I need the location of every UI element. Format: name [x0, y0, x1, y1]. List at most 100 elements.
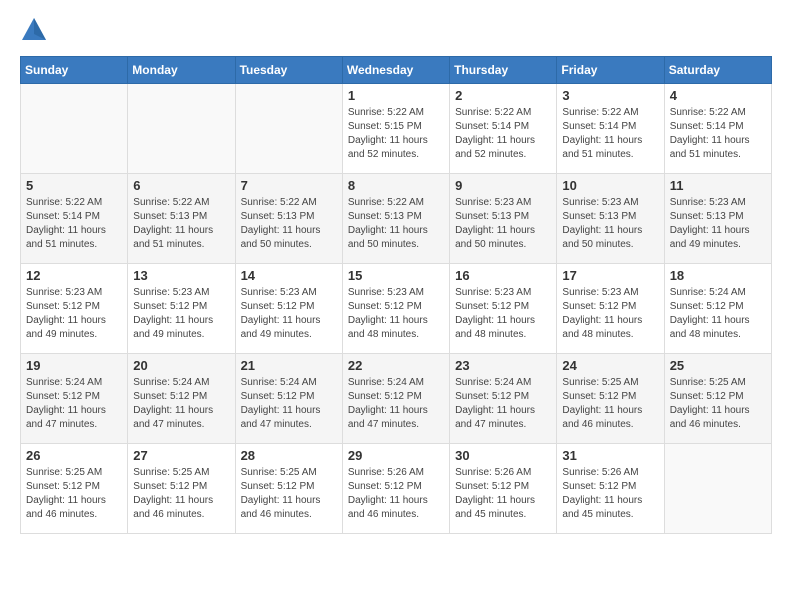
day-number: 16	[455, 268, 551, 283]
header	[20, 16, 772, 44]
day-info: Sunrise: 5:22 AM Sunset: 5:14 PM Dayligh…	[670, 106, 766, 162]
calendar-cell: 30 Sunrise: 5:26 AM Sunset: 5:12 PM Dayli…	[450, 444, 557, 534]
day-number: 22	[348, 358, 444, 373]
calendar-cell: 2 Sunrise: 5:22 AM Sunset: 5:14 PM Daylig…	[450, 84, 557, 174]
calendar-week-row: 12 Sunrise: 5:23 AM Sunset: 5:12 PM Dayli…	[21, 264, 772, 354]
calendar-cell: 17 Sunrise: 5:23 AM Sunset: 5:12 PM Dayli…	[557, 264, 664, 354]
day-info: Sunrise: 5:26 AM Sunset: 5:12 PM Dayligh…	[455, 466, 551, 522]
day-number: 21	[241, 358, 337, 373]
day-info: Sunrise: 5:24 AM Sunset: 5:12 PM Dayligh…	[26, 376, 122, 432]
calendar-cell: 12 Sunrise: 5:23 AM Sunset: 5:12 PM Dayli…	[21, 264, 128, 354]
calendar-week-row: 26Sunrise: 5:25 AM Sunset: 5:12 PM Dayli…	[21, 444, 772, 534]
calendar-week-row: 19 Sunrise: 5:24 AM Sunset: 5:12 PM Dayli…	[21, 354, 772, 444]
day-number: 17	[562, 268, 658, 283]
calendar-cell: 7Sunrise: 5:22 AM Sunset: 5:13 PM Daylig…	[235, 174, 342, 264]
day-info: Sunrise: 5:22 AM Sunset: 5:13 PM Dayligh…	[133, 196, 229, 252]
calendar-cell: 18Sunrise: 5:24 AM Sunset: 5:12 PM Dayli…	[664, 264, 771, 354]
calendar-cell: 31 Sunrise: 5:26 AM Sunset: 5:12 PM Dayli…	[557, 444, 664, 534]
day-number: 29	[348, 448, 444, 463]
calendar-header: SundayMondayTuesdayWednesdayThursdayFrid…	[21, 57, 772, 84]
day-number: 5	[26, 178, 122, 193]
day-of-week-header: Thursday	[450, 57, 557, 84]
calendar-cell: 24 Sunrise: 5:25 AM Sunset: 5:12 PM Dayli…	[557, 354, 664, 444]
day-info: Sunrise: 5:25 AM Sunset: 5:12 PM Dayligh…	[133, 466, 229, 522]
day-info: Sunrise: 5:23 AM Sunset: 5:12 PM Dayligh…	[26, 286, 122, 342]
day-of-week-header: Friday	[557, 57, 664, 84]
day-number: 12	[26, 268, 122, 283]
day-number: 9	[455, 178, 551, 193]
calendar-cell: 15Sunrise: 5:23 AM Sunset: 5:12 PM Dayli…	[342, 264, 449, 354]
day-of-week-header: Saturday	[664, 57, 771, 84]
day-info: Sunrise: 5:24 AM Sunset: 5:12 PM Dayligh…	[133, 376, 229, 432]
day-info: Sunrise: 5:23 AM Sunset: 5:13 PM Dayligh…	[670, 196, 766, 252]
day-info: Sunrise: 5:25 AM Sunset: 5:12 PM Dayligh…	[241, 466, 337, 522]
calendar-cell: 4Sunrise: 5:22 AM Sunset: 5:14 PM Daylig…	[664, 84, 771, 174]
calendar-cell	[235, 84, 342, 174]
day-info: Sunrise: 5:22 AM Sunset: 5:14 PM Dayligh…	[455, 106, 551, 162]
day-info: Sunrise: 5:26 AM Sunset: 5:12 PM Dayligh…	[562, 466, 658, 522]
day-info: Sunrise: 5:23 AM Sunset: 5:13 PM Dayligh…	[562, 196, 658, 252]
day-info: Sunrise: 5:22 AM Sunset: 5:13 PM Dayligh…	[241, 196, 337, 252]
calendar-cell: 23 Sunrise: 5:24 AM Sunset: 5:12 PM Dayli…	[450, 354, 557, 444]
day-number: 15	[348, 268, 444, 283]
calendar-cell: 14Sunrise: 5:23 AM Sunset: 5:12 PM Dayli…	[235, 264, 342, 354]
day-number: 11	[670, 178, 766, 193]
calendar-cell: 9 Sunrise: 5:23 AM Sunset: 5:13 PM Daylig…	[450, 174, 557, 264]
day-number: 27	[133, 448, 229, 463]
day-info: Sunrise: 5:22 AM Sunset: 5:14 PM Dayligh…	[26, 196, 122, 252]
day-info: Sunrise: 5:24 AM Sunset: 5:12 PM Dayligh…	[670, 286, 766, 342]
day-info: Sunrise: 5:24 AM Sunset: 5:12 PM Dayligh…	[348, 376, 444, 432]
day-of-week-header: Wednesday	[342, 57, 449, 84]
day-info: Sunrise: 5:23 AM Sunset: 5:12 PM Dayligh…	[562, 286, 658, 342]
calendar-cell: 27 Sunrise: 5:25 AM Sunset: 5:12 PM Dayli…	[128, 444, 235, 534]
day-number: 24	[562, 358, 658, 373]
day-number: 31	[562, 448, 658, 463]
day-number: 8	[348, 178, 444, 193]
calendar-cell: 8 Sunrise: 5:22 AM Sunset: 5:13 PM Daylig…	[342, 174, 449, 264]
calendar-cell: 28 Sunrise: 5:25 AM Sunset: 5:12 PM Dayli…	[235, 444, 342, 534]
logo-icon	[20, 16, 48, 44]
calendar-cell: 25Sunrise: 5:25 AM Sunset: 5:12 PM Dayli…	[664, 354, 771, 444]
day-info: Sunrise: 5:22 AM Sunset: 5:13 PM Dayligh…	[348, 196, 444, 252]
day-info: Sunrise: 5:26 AM Sunset: 5:12 PM Dayligh…	[348, 466, 444, 522]
calendar-page: SundayMondayTuesdayWednesdayThursdayFrid…	[0, 0, 792, 550]
day-of-week-header: Tuesday	[235, 57, 342, 84]
day-number: 10	[562, 178, 658, 193]
calendar-table: SundayMondayTuesdayWednesdayThursdayFrid…	[20, 56, 772, 534]
calendar-cell	[21, 84, 128, 174]
calendar-cell: 20 Sunrise: 5:24 AM Sunset: 5:12 PM Dayli…	[128, 354, 235, 444]
calendar-cell: 10 Sunrise: 5:23 AM Sunset: 5:13 PM Dayli…	[557, 174, 664, 264]
calendar-week-row: 1Sunrise: 5:22 AM Sunset: 5:15 PM Daylig…	[21, 84, 772, 174]
calendar-cell	[664, 444, 771, 534]
calendar-cell: 5 Sunrise: 5:22 AM Sunset: 5:14 PM Daylig…	[21, 174, 128, 264]
calendar-cell	[128, 84, 235, 174]
day-of-week-header: Monday	[128, 57, 235, 84]
day-info: Sunrise: 5:24 AM Sunset: 5:12 PM Dayligh…	[455, 376, 551, 432]
day-info: Sunrise: 5:25 AM Sunset: 5:12 PM Dayligh…	[562, 376, 658, 432]
calendar-cell: 11 Sunrise: 5:23 AM Sunset: 5:13 PM Dayli…	[664, 174, 771, 264]
day-number: 28	[241, 448, 337, 463]
day-number: 25	[670, 358, 766, 373]
calendar-cell: 3 Sunrise: 5:22 AM Sunset: 5:14 PM Daylig…	[557, 84, 664, 174]
day-number: 23	[455, 358, 551, 373]
day-info: Sunrise: 5:23 AM Sunset: 5:13 PM Dayligh…	[455, 196, 551, 252]
calendar-cell: 22 Sunrise: 5:24 AM Sunset: 5:12 PM Dayli…	[342, 354, 449, 444]
day-info: Sunrise: 5:25 AM Sunset: 5:12 PM Dayligh…	[26, 466, 122, 522]
day-info: Sunrise: 5:23 AM Sunset: 5:12 PM Dayligh…	[241, 286, 337, 342]
calendar-cell: 21Sunrise: 5:24 AM Sunset: 5:12 PM Dayli…	[235, 354, 342, 444]
calendar-cell: 13Sunrise: 5:23 AM Sunset: 5:12 PM Dayli…	[128, 264, 235, 354]
calendar-body: 1Sunrise: 5:22 AM Sunset: 5:15 PM Daylig…	[21, 84, 772, 534]
day-number: 13	[133, 268, 229, 283]
calendar-cell: 29 Sunrise: 5:26 AM Sunset: 5:12 PM Dayli…	[342, 444, 449, 534]
day-number: 3	[562, 88, 658, 103]
day-info: Sunrise: 5:22 AM Sunset: 5:14 PM Dayligh…	[562, 106, 658, 162]
calendar-cell: 1Sunrise: 5:22 AM Sunset: 5:15 PM Daylig…	[342, 84, 449, 174]
header-row: SundayMondayTuesdayWednesdayThursdayFrid…	[21, 57, 772, 84]
calendar-cell: 19 Sunrise: 5:24 AM Sunset: 5:12 PM Dayli…	[21, 354, 128, 444]
calendar-cell: 16Sunrise: 5:23 AM Sunset: 5:12 PM Dayli…	[450, 264, 557, 354]
day-number: 30	[455, 448, 551, 463]
day-number: 20	[133, 358, 229, 373]
day-number: 2	[455, 88, 551, 103]
logo	[20, 16, 52, 44]
day-number: 19	[26, 358, 122, 373]
